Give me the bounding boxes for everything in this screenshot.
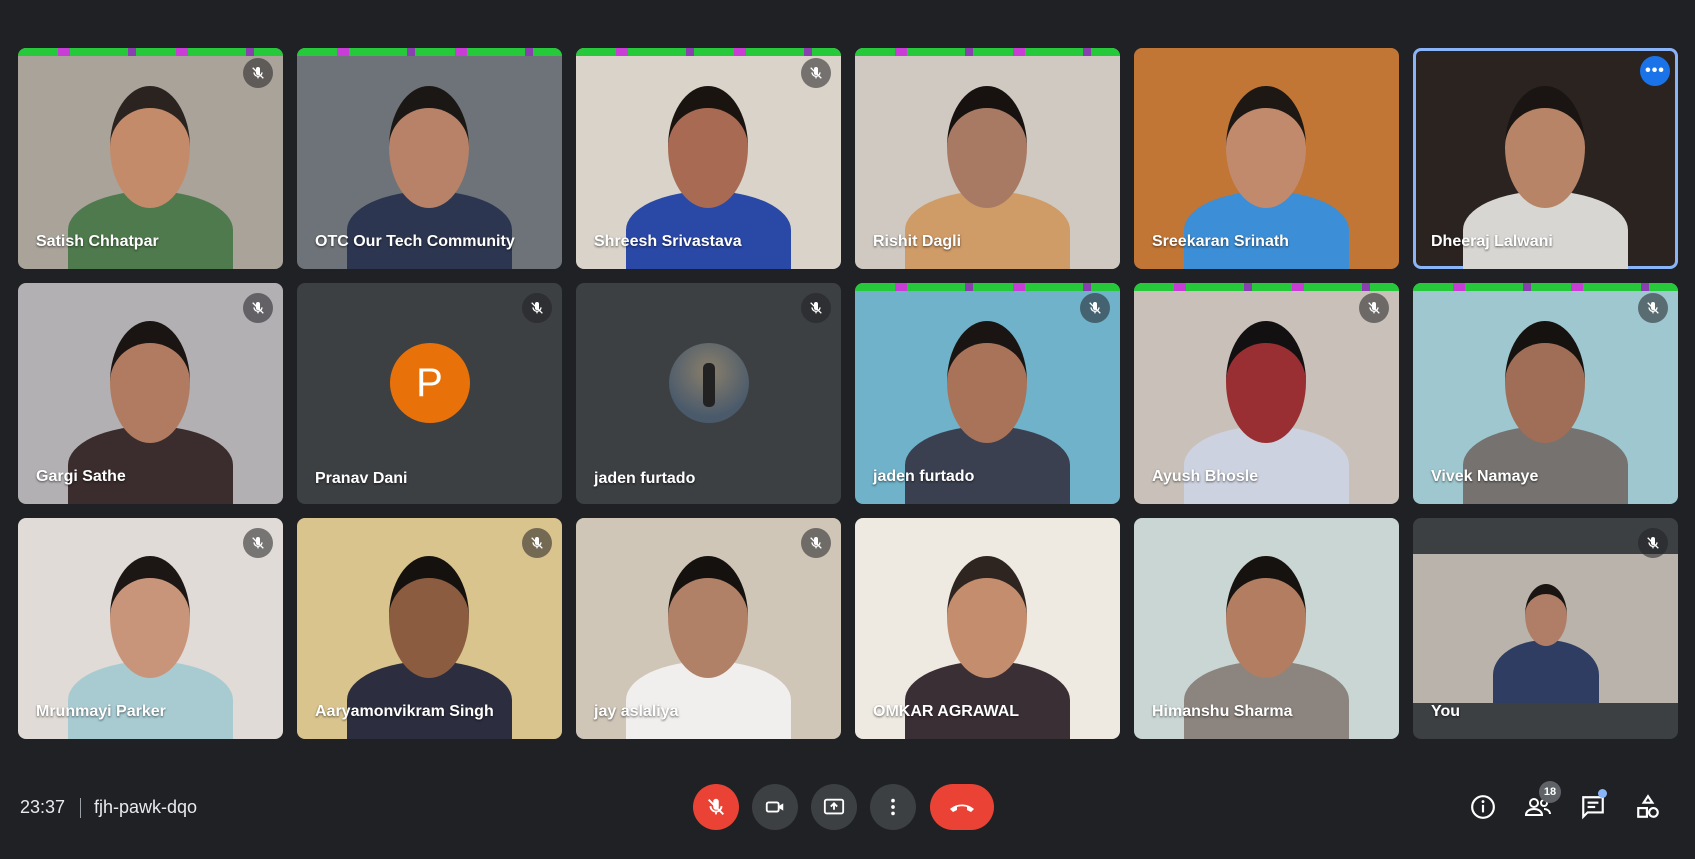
avatar: [668, 343, 749, 423]
participant-name: Satish Chhatpar: [36, 233, 159, 250]
more-vert-icon: [891, 798, 895, 816]
participant-name: Ayush Bhosle: [1152, 468, 1259, 485]
participant-name: Aaryamonvikram Singh: [315, 703, 494, 720]
present-screen-button[interactable]: [811, 784, 857, 830]
muted-mic-icon: [1638, 293, 1668, 323]
participant-name: Vivek Namaye: [1431, 468, 1539, 485]
person-face: [110, 86, 190, 208]
muted-mic-icon: [1638, 528, 1668, 558]
camera-toggle-button[interactable]: [752, 784, 798, 830]
participant-tile[interactable]: Ayush Bhosle: [1134, 283, 1399, 504]
participant-grid: Satish Chhatpar OTC Our Tech Community Shr…: [18, 48, 1678, 739]
participant-name: Gargi Sathe: [36, 468, 126, 485]
person-face: [947, 321, 1027, 443]
muted-mic-icon: [243, 293, 273, 323]
person-face: [1505, 321, 1585, 443]
person-face: [668, 556, 748, 678]
participant-tile[interactable]: Vivek Namaye: [1413, 283, 1678, 504]
muted-mic-icon: [801, 58, 831, 88]
participant-name: jay aslaliya: [594, 703, 679, 720]
video-glitch-strip: [1413, 283, 1678, 291]
call-end-icon: [950, 804, 974, 812]
muted-mic-icon: [522, 528, 552, 558]
divider: [80, 798, 81, 818]
person-face: [1226, 556, 1306, 678]
video-glitch-strip: [855, 48, 1120, 56]
mic-off-icon: [708, 798, 724, 815]
participant-tile[interactable]: You: [1413, 518, 1678, 739]
participant-name: Sreekaran Srinath: [1152, 233, 1289, 250]
muted-mic-icon: [243, 528, 273, 558]
muted-mic-icon: [243, 58, 273, 88]
participant-count-badge: 18: [1539, 781, 1561, 803]
bottom-toolbar: 23:37 fjh-pawk-dqo 18: [0, 749, 1695, 859]
muted-mic-icon: [801, 293, 831, 323]
participant-name: OMKAR AGRAWAL: [873, 703, 1020, 720]
info-icon: [1471, 795, 1495, 819]
participant-tile[interactable]: OTC Our Tech Community: [297, 48, 562, 269]
participant-name: Dheeraj Lalwani: [1431, 233, 1553, 250]
video-glitch-strip: [1134, 283, 1399, 291]
person-face: [389, 556, 469, 678]
participant-tile[interactable]: Rishit Dagli: [855, 48, 1120, 269]
meeting-details-button[interactable]: [1469, 793, 1497, 821]
muted-mic-icon: [1359, 293, 1389, 323]
person-face: [947, 556, 1027, 678]
video-glitch-strip: [855, 283, 1120, 291]
participant-tile[interactable]: Sreekaran Srinath: [1134, 48, 1399, 269]
muted-mic-icon: [522, 293, 552, 323]
muted-mic-icon: [801, 528, 831, 558]
participant-name: OTC Our Tech Community: [315, 233, 515, 250]
participant-name: Himanshu Sharma: [1152, 703, 1293, 720]
person-face: [110, 321, 190, 443]
participant-tile[interactable]: OMKAR AGRAWAL: [855, 518, 1120, 739]
person-face: [110, 556, 190, 678]
more-options-button[interactable]: [870, 784, 916, 830]
participant-tile[interactable]: Mrunmayi Parker: [18, 518, 283, 739]
participant-name: Shreesh Srivastava: [594, 233, 742, 250]
present-screen-icon: [823, 798, 845, 815]
participant-tile[interactable]: P Pranav Dani: [297, 283, 562, 504]
participant-name: Mrunmayi Parker: [36, 703, 166, 720]
video-glitch-strip: [297, 48, 562, 56]
participant-tile[interactable]: Aaryamonvikram Singh: [297, 518, 562, 739]
chat-notification-dot: [1598, 789, 1607, 798]
activities-icon: [1637, 794, 1659, 818]
person-face: [1226, 321, 1306, 443]
participant-tile[interactable]: Himanshu Sharma: [1134, 518, 1399, 739]
participant-tile[interactable]: jaden furtado: [576, 283, 841, 504]
meeting-clock: 23:37: [20, 797, 66, 817]
muted-mic-icon: [1080, 293, 1110, 323]
person-face: [1226, 86, 1306, 208]
participant-tile[interactable]: jay aslaliya: [576, 518, 841, 739]
participant-tile[interactable]: Gargi Sathe: [18, 283, 283, 504]
avatar: P: [389, 343, 470, 423]
participant-tile[interactable]: ••• Dheeraj Lalwani: [1413, 48, 1678, 269]
meeting-code[interactable]: fjh-pawk-dqo: [94, 797, 197, 818]
person-face: [1505, 86, 1585, 208]
microphone-toggle-button[interactable]: [693, 784, 739, 830]
participant-name: jaden furtado: [873, 468, 975, 485]
participant-name: jaden furtado: [594, 470, 696, 487]
person-face: [668, 86, 748, 208]
camera-icon: [765, 801, 784, 813]
video-glitch-strip: [18, 48, 283, 56]
activities-button[interactable]: [1634, 793, 1662, 821]
participant-tile[interactable]: jaden furtado: [855, 283, 1120, 504]
participant-tile[interactable]: Satish Chhatpar: [18, 48, 283, 269]
self-video: [1413, 554, 1678, 703]
video-glitch-strip: [576, 48, 841, 56]
leave-call-button[interactable]: [930, 784, 994, 830]
participant-name: Pranav Dani: [315, 470, 408, 487]
tile-options-button[interactable]: •••: [1640, 56, 1670, 86]
participant-tile[interactable]: Shreesh Srivastava: [576, 48, 841, 269]
person-face: [389, 86, 469, 208]
person-face: [947, 86, 1027, 208]
participant-name: You: [1431, 703, 1461, 720]
participant-name: Rishit Dagli: [873, 233, 962, 250]
